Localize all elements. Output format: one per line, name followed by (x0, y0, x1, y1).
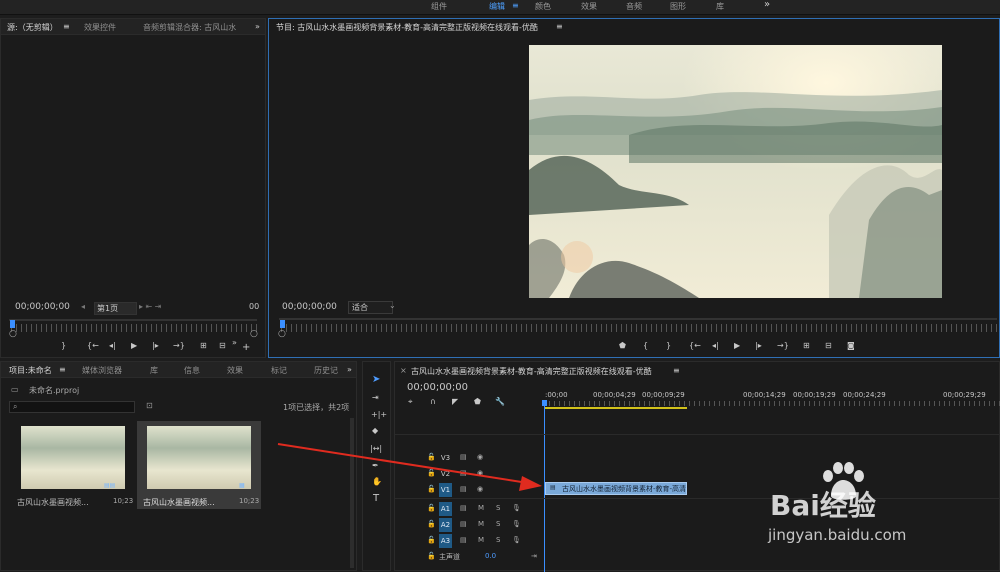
watermark: Bai经验 jingyan.baidu.com (760, 462, 990, 562)
watermark-url: jingyan.baidu.com (768, 526, 907, 544)
watermark-brand: Bai经验 (770, 489, 876, 522)
